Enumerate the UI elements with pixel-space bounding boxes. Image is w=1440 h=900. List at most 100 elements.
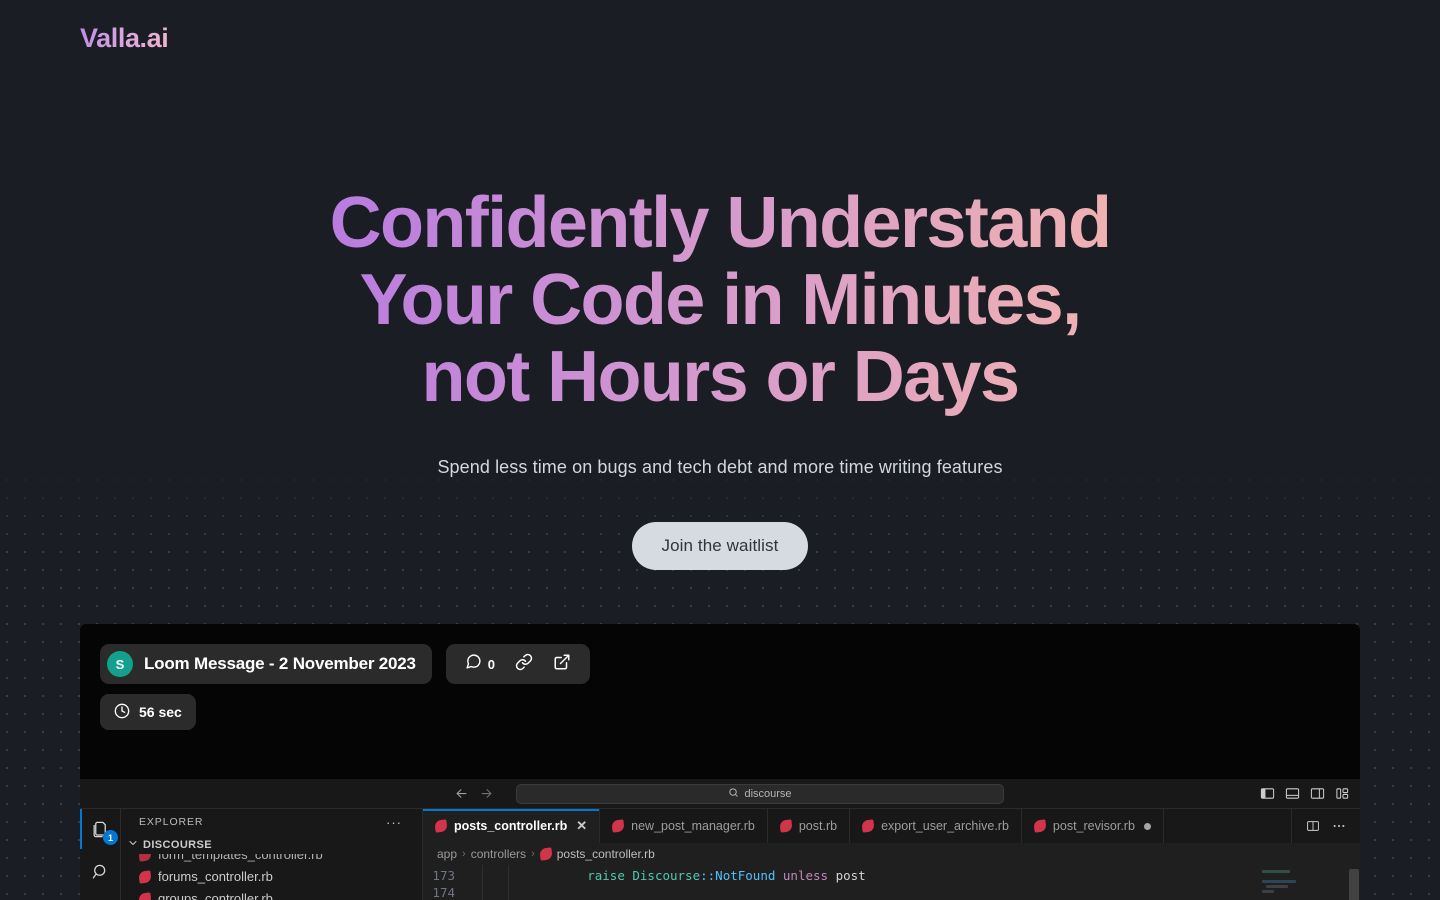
toggle-panel-icon[interactable] <box>1285 786 1300 801</box>
ruby-file-icon <box>138 870 152 884</box>
tab-post[interactable]: post.rb <box>767 809 851 843</box>
arrow-left-icon[interactable] <box>454 786 469 801</box>
loom-actions-group: 0 <box>445 644 591 684</box>
close-icon[interactable]: ✕ <box>576 818 587 834</box>
tab-posts-controller[interactable]: posts_controller.rb ✕ <box>423 809 601 843</box>
loom-top-row: S Loom Message - 2 November 2023 0 <box>100 644 591 684</box>
explorer-icon[interactable]: 1 <box>88 817 118 845</box>
video-duration-label: 56 sec <box>139 704 182 720</box>
ruby-file-icon <box>611 819 625 833</box>
explorer-more-actions-icon[interactable]: ··· <box>386 815 402 830</box>
vscode-layout-controls <box>1260 786 1350 801</box>
tab-bar-spacer <box>1163 809 1292 843</box>
vscode-titlebar: discourse <box>80 779 1360 809</box>
toggle-primary-sidebar-icon[interactable] <box>1260 786 1275 801</box>
breadcrumb-controllers[interactable]: controllers <box>471 847 526 861</box>
ruby-file-icon <box>539 847 553 861</box>
tab-label: posts_controller.rb <box>454 819 568 833</box>
line-number: 174 <box>432 885 455 900</box>
editor-actions <box>1292 809 1360 843</box>
vscode-nav-arrows: discourse <box>454 783 1004 804</box>
breadcrumb: app › controllers › posts_controller.rb <box>423 843 1360 865</box>
breadcrumb-app[interactable]: app <box>437 847 457 861</box>
tab-export-user-archive[interactable]: export_user_archive.rb <box>850 809 1022 843</box>
loom-video-card[interactable]: S Loom Message - 2 November 2023 0 56 se… <box>80 624 1360 900</box>
ruby-file-icon <box>138 892 152 900</box>
open-external-button[interactable] <box>546 649 578 680</box>
search-icon[interactable] <box>88 859 112 883</box>
loom-video-title: Loom Message - 2 November 2023 <box>144 654 416 673</box>
tab-label: post.rb <box>798 819 838 833</box>
code-line: raise Discourse::NotFound unless post <box>587 868 866 883</box>
chevron-down-icon <box>127 837 139 852</box>
line-number-gutter: 173 174 175 <box>423 865 469 900</box>
explorer-badge: 1 <box>103 830 118 845</box>
file-name: forums_controller.rb <box>158 869 273 885</box>
explorer-header: EXPLORER ··· <box>121 809 422 835</box>
explorer-title: EXPLORER <box>139 816 204 829</box>
arrow-right-icon[interactable] <box>479 786 494 801</box>
vscode-explorer-panel: EXPLORER ··· DISCOURSE form_templates_co… <box>121 809 423 900</box>
vscode-editor-group: posts_controller.rb ✕ new_post_manager.r… <box>423 809 1360 900</box>
fold-column <box>469 865 483 900</box>
loom-title-pill[interactable]: S Loom Message - 2 November 2023 <box>100 644 432 684</box>
file-name: groups_controller.rb <box>158 891 273 900</box>
chevron-right-icon: › <box>462 848 466 860</box>
code-content: raise Discourse::NotFound unless post # … <box>509 865 1360 900</box>
explorer-root-folder[interactable]: DISCOURSE <box>121 835 422 853</box>
hero-subtitle: Spend less time on bugs and tech debt an… <box>437 457 1003 477</box>
comment-icon <box>465 653 482 675</box>
tab-label: export_user_archive.rb <box>881 819 1009 833</box>
tab-label: post_revisor.rb <box>1052 819 1135 833</box>
comment-count: 0 <box>487 656 496 672</box>
scrollbar-thumb[interactable] <box>1349 869 1359 900</box>
comment-button[interactable]: 0 <box>458 649 502 679</box>
landing-page: Valla.ai Confidently Understand Your Cod… <box>0 0 1440 900</box>
link-icon <box>515 653 533 676</box>
customize-layout-icon[interactable] <box>1335 786 1350 801</box>
indent-guide-column <box>493 865 509 900</box>
editor-tab-bar: posts_controller.rb ✕ new_post_manager.r… <box>423 809 1360 843</box>
breadcrumb-file[interactable]: posts_controller.rb <box>539 847 655 861</box>
hero-section: Confidently Understand Your Code in Minu… <box>0 0 1440 570</box>
join-waitlist-button[interactable]: Join the waitlist <box>631 522 809 570</box>
tab-new-post-manager[interactable]: new_post_manager.rb <box>600 809 768 843</box>
more-actions-icon[interactable] <box>1332 819 1346 833</box>
code-editor[interactable]: 173 174 175 raise Discourse::NotFound un… <box>423 865 1360 900</box>
command-center-search[interactable]: discourse <box>516 783 1004 804</box>
ruby-file-icon <box>138 853 152 862</box>
ruby-file-icon <box>861 819 875 833</box>
list-item[interactable]: form_templates_controller.rb <box>138 853 422 866</box>
split-editor-icon[interactable] <box>1306 819 1320 833</box>
vscode-window: discourse 1 EXPLORER ··· DISCOURSE form_… <box>80 779 1360 900</box>
breadcrumb-file-label: posts_controller.rb <box>556 847 655 861</box>
editor-scrollbar[interactable] <box>1347 865 1360 900</box>
chevron-right-icon: › <box>531 848 535 860</box>
toggle-secondary-sidebar-icon[interactable] <box>1310 786 1325 801</box>
site-header: Valla.ai <box>0 0 1440 76</box>
ruby-file-icon <box>779 819 793 833</box>
explorer-file-list: form_templates_controller.rb forums_cont… <box>121 853 422 900</box>
vscode-activity-bar: 1 <box>80 809 121 900</box>
avatar: S <box>107 651 133 677</box>
list-item[interactable]: groups_controller.rb <box>138 888 422 900</box>
command-center-value: discourse <box>744 787 792 800</box>
unsaved-indicator-icon <box>1143 822 1151 830</box>
ruby-file-icon <box>434 819 448 833</box>
copy-link-button[interactable] <box>508 649 540 680</box>
vscode-body: 1 EXPLORER ··· DISCOURSE form_templates_… <box>80 809 1360 900</box>
video-duration-badge: 56 sec <box>100 694 196 730</box>
external-link-icon <box>553 653 571 676</box>
loom-overlay-bar: S Loom Message - 2 November 2023 0 56 se… <box>80 624 1360 750</box>
search-icon <box>728 787 739 801</box>
ruby-file-icon <box>1033 819 1047 833</box>
brand-logo[interactable]: Valla.ai <box>80 23 169 54</box>
tab-label: new_post_manager.rb <box>631 819 755 833</box>
page-title: Confidently Understand Your Code in Minu… <box>0 185 1440 416</box>
explorer-root-label: DISCOURSE <box>143 838 212 851</box>
list-item[interactable]: forums_controller.rb <box>138 866 422 888</box>
tab-post-revisor[interactable]: post_revisor.rb <box>1021 809 1164 843</box>
clock-icon <box>114 703 130 722</box>
line-number: 173 <box>432 868 455 883</box>
